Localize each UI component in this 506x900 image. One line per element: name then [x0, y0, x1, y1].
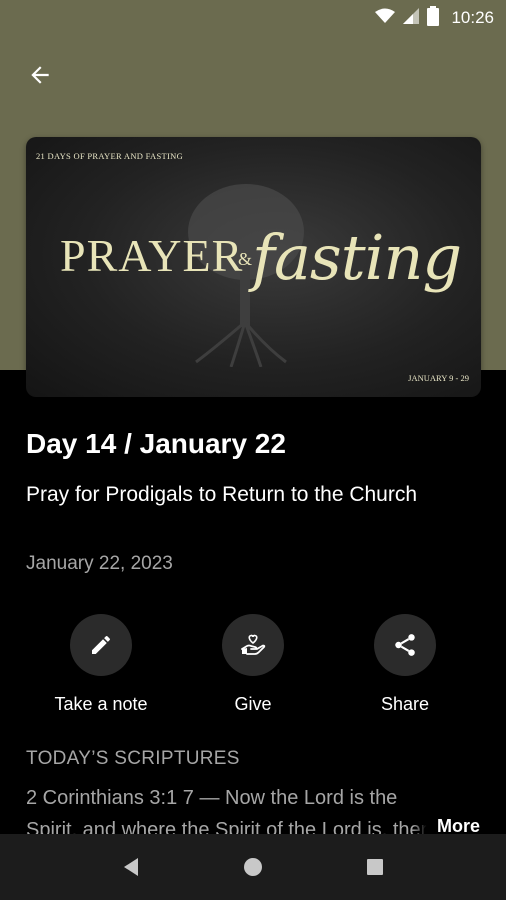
give-button[interactable]: Give — [178, 614, 328, 715]
share-label: Share — [380, 694, 430, 714]
action-row: Take a note Give Share — [0, 614, 506, 724]
pencil-icon — [92, 635, 110, 654]
banner-dates: JANUARY 9 - 29 — [408, 373, 469, 383]
square-recents-icon — [367, 859, 383, 875]
give-circle[interactable] — [222, 614, 284, 676]
publish-date: January 22, 2023 — [26, 553, 173, 574]
give-hand-heart-icon — [241, 634, 266, 655]
triangle-back-icon — [124, 858, 138, 876]
scriptures-text: 2 Corinthians 3:1 7 — Now the Lord is th… — [26, 787, 438, 834]
status-bar: 10:26 — [0, 0, 506, 36]
cell-signal-icon — [403, 7, 420, 29]
nav-back-button[interactable] — [111, 847, 151, 887]
take-note-button[interactable]: Take a note — [26, 614, 176, 715]
page-title: Day 14 / January 22 — [26, 428, 286, 459]
share-button[interactable]: Share — [330, 614, 480, 715]
page-subtitle: Pray for Prodigals to Return to the Chur… — [26, 483, 418, 506]
share-icon — [395, 634, 415, 656]
take-note-label: Take a note — [54, 694, 148, 714]
arrow-left-icon — [31, 66, 49, 84]
status-time: 10:26 — [451, 8, 494, 27]
nav-recents-button[interactable] — [355, 847, 395, 887]
take-note-circle[interactable] — [70, 614, 132, 676]
system-nav-bar — [0, 834, 506, 900]
series-banner-image: 21 DAYS OF PRAYER AND FASTING PRAYER & f… — [26, 137, 481, 397]
nav-home-button[interactable] — [233, 847, 273, 887]
banner-kicker: 21 DAYS OF PRAYER AND FASTING — [36, 151, 184, 161]
wifi-icon — [375, 8, 396, 29]
banner-title-ampersand: & — [238, 249, 253, 269]
circle-home-icon — [244, 858, 262, 876]
battery-icon — [427, 5, 440, 31]
banner-title-fasting: fasting — [252, 221, 462, 294]
banner-title-prayer: PRAYER — [60, 230, 244, 281]
give-label: Give — [234, 694, 272, 714]
scriptures-heading: TODAY’S SCRIPTURES — [26, 748, 240, 769]
back-button[interactable] — [20, 55, 60, 95]
share-circle[interactable] — [374, 614, 436, 676]
